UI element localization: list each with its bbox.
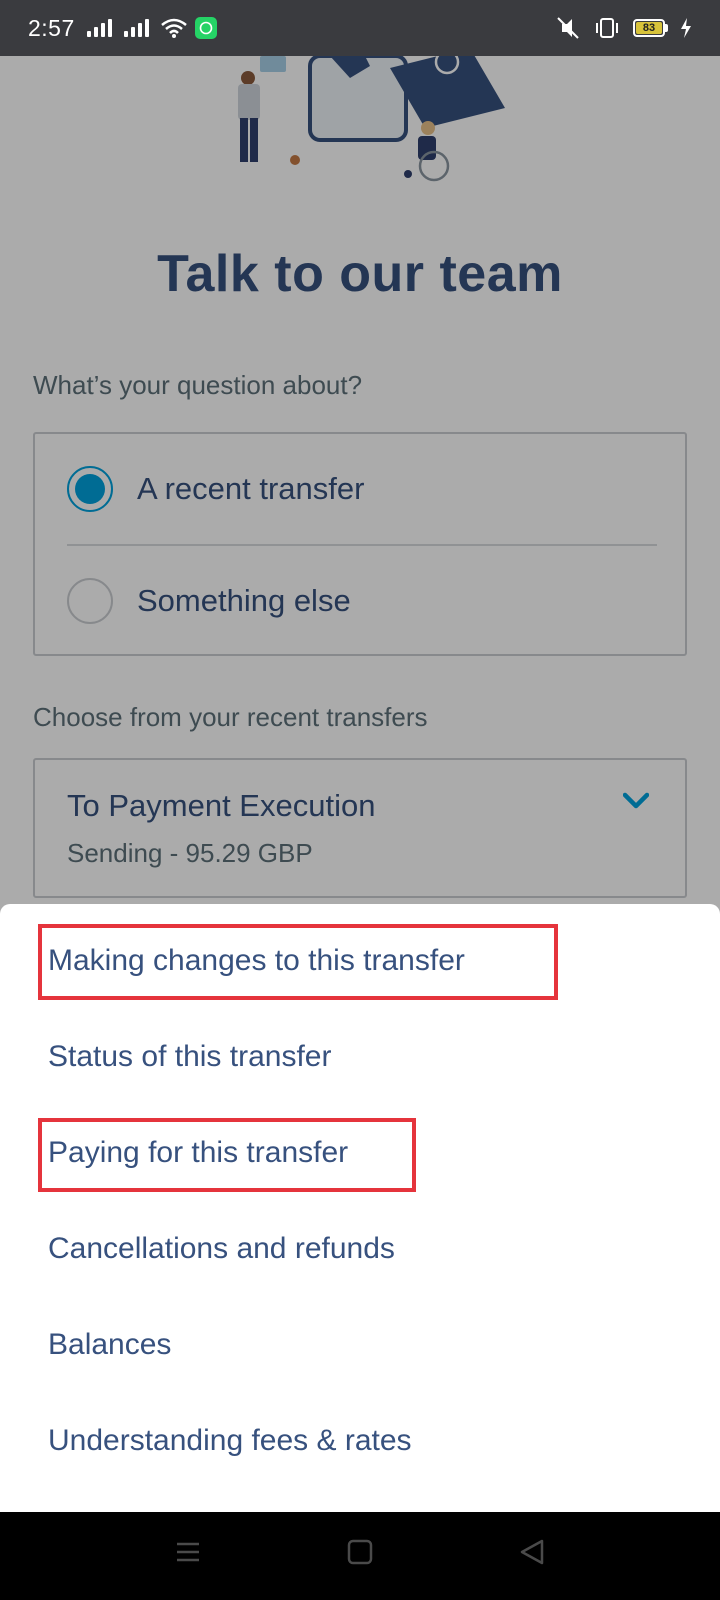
back-icon[interactable] [518,1538,546,1566]
sheet-option-paying[interactable]: Paying for this transfer [48,1136,348,1170]
sheet-option-cancellations[interactable]: Cancellations and refunds [48,1232,395,1266]
system-nav-bar [0,1512,720,1600]
charging-icon [681,18,691,38]
menu-icon[interactable] [174,1538,202,1566]
sheet-option-making-changes[interactable]: Making changes to this transfer [48,944,465,978]
vibrate-icon [596,18,618,38]
wifi-icon [160,18,187,38]
sheet-option-status[interactable]: Status of this transfer [48,1040,331,1074]
sheet-option-fees-rates[interactable]: Understanding fees & rates [48,1424,412,1458]
battery-icon: 83 [633,19,668,37]
signal-icon [123,19,149,37]
signal-icon [86,19,112,37]
battery-level: 83 [636,22,662,34]
status-time: 2:57 [28,14,75,41]
sheet-option-balances[interactable]: Balances [48,1328,171,1362]
topic-bottom-sheet: Making changes to this transfer Status o… [0,904,720,1512]
whatsapp-icon [194,17,217,39]
home-icon[interactable] [346,1538,374,1566]
mute-icon [557,17,579,39]
status-bar: 2:57 83 [0,0,720,56]
